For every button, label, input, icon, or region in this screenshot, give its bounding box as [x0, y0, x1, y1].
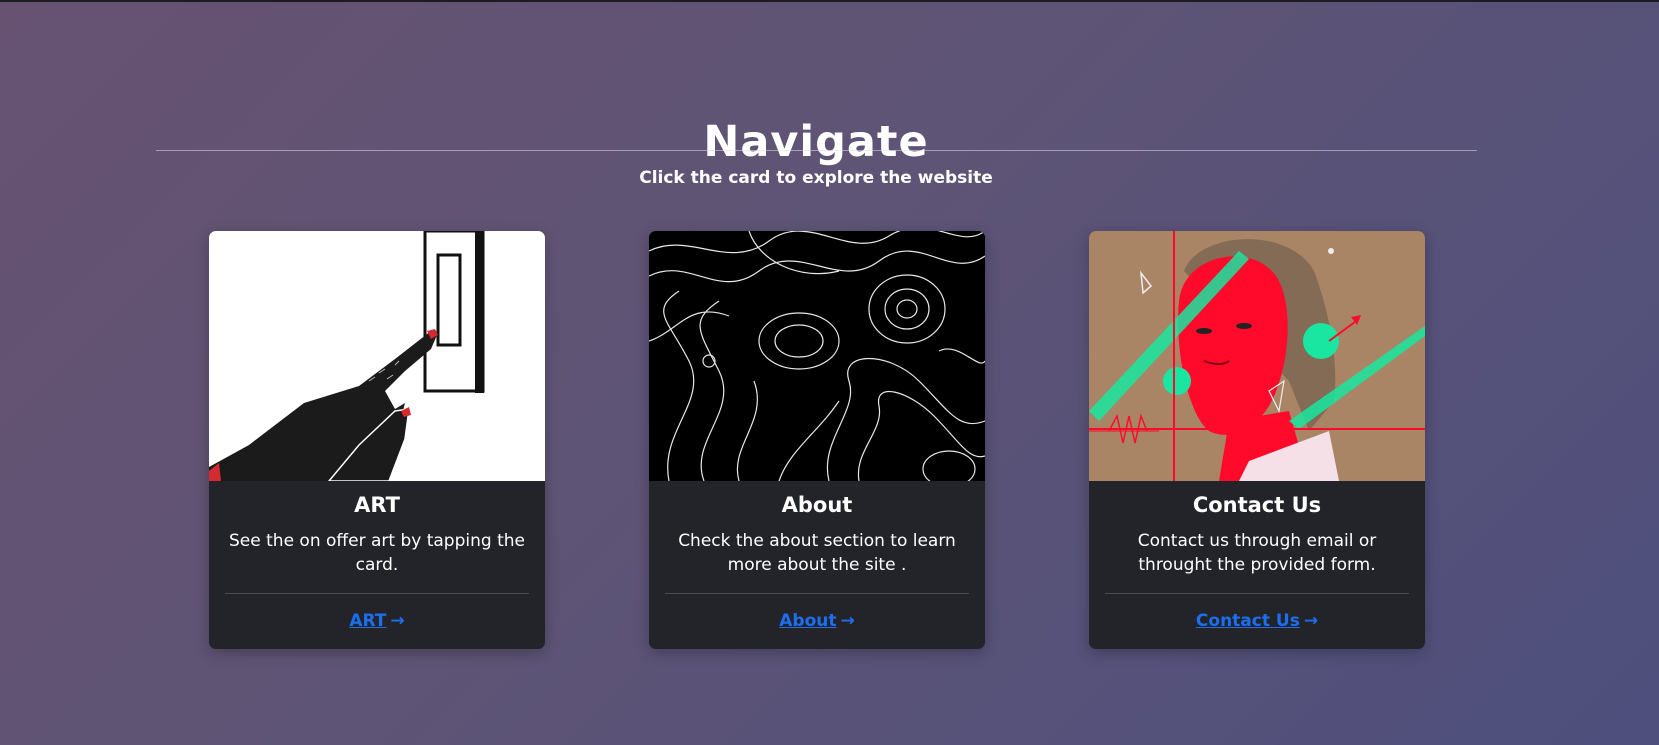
page-title: Navigate [703, 116, 929, 167]
art-card[interactable]: ART See the on offer art by tapping the … [209, 231, 545, 649]
arrow-right-icon[interactable]: → [840, 611, 854, 631]
art-card-link-row: ART → [209, 611, 545, 631]
art-card-title: ART [354, 493, 400, 517]
art-card-image[interactable] [209, 231, 545, 481]
top-border [0, 0, 1659, 2]
contact-card-divider [1105, 593, 1409, 594]
about-link[interactable]: About [779, 611, 836, 631]
about-card-divider [665, 593, 969, 594]
arrow-right-icon[interactable]: → [1304, 611, 1318, 631]
contact-us-link[interactable]: Contact Us [1196, 611, 1300, 631]
contact-card-description: Contact us through email or throught the… [1137, 531, 1377, 575]
contact-card-image[interactable] [1089, 231, 1425, 481]
hand-switch-illustration-icon [209, 231, 545, 481]
about-card-image[interactable] [649, 231, 985, 481]
topographic-lines-icon [649, 231, 985, 481]
portrait-illustration-icon [1089, 231, 1425, 481]
about-card-description: Check the about section to learn more ab… [678, 531, 956, 575]
about-card-link-row: About → [649, 611, 985, 631]
title-divider [156, 150, 1477, 151]
arrow-right-icon[interactable]: → [390, 611, 404, 631]
about-card-title: About [781, 493, 853, 517]
contact-card[interactable]: Contact Us Contact us through email or t… [1089, 231, 1425, 649]
art-link[interactable]: ART [349, 611, 386, 631]
page-subtitle: Click the card to explore the website [639, 168, 993, 188]
art-card-divider [225, 593, 529, 594]
contact-card-link-row: Contact Us → [1089, 611, 1425, 631]
art-card-description: See the on offer art by tapping the card… [229, 531, 525, 575]
about-card[interactable]: About Check the about section to learn m… [649, 231, 985, 649]
contact-card-title: Contact Us [1192, 493, 1322, 517]
